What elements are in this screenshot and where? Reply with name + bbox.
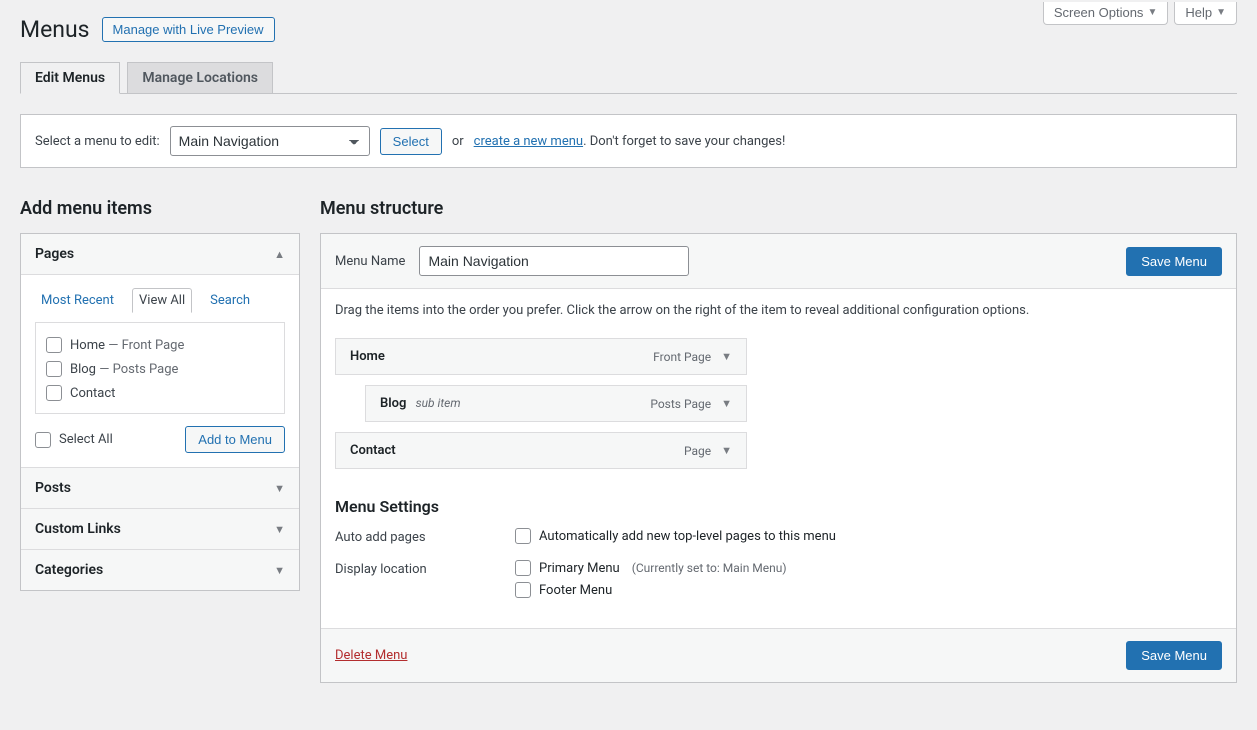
menu-item-title: Home: [350, 349, 385, 364]
pages-controls: Select All Add to Menu: [35, 426, 285, 453]
add-items-accordion: Pages ▲ Most Recent View All Search H: [20, 233, 300, 591]
menu-settings-heading: Menu Settings: [335, 497, 1222, 516]
inner-tab-search[interactable]: Search: [204, 289, 256, 312]
page-suffix: — Posts Page: [96, 362, 178, 377]
create-menu-link[interactable]: create a new menu: [474, 134, 583, 149]
location-primary-note: (Currently set to: Main Menu): [632, 561, 787, 575]
accordion-posts-title[interactable]: Posts ▼: [21, 467, 299, 508]
page-list-item[interactable]: Contact: [46, 381, 274, 405]
caret-down-icon[interactable]: ▼: [721, 397, 732, 410]
page-label: Contact: [70, 386, 115, 401]
save-menu-button-top[interactable]: Save Menu: [1126, 247, 1222, 276]
menu-settings: Menu Settings Auto add pages Automatical…: [335, 497, 1222, 604]
caret-down-icon[interactable]: ▼: [721, 444, 732, 457]
create-menu-group: create a new menu. Don't forget to save …: [474, 134, 786, 149]
or-text: or: [452, 134, 464, 149]
menu-select[interactable]: Main Navigation: [170, 126, 370, 156]
accordion-categories: Categories ▼: [21, 549, 299, 590]
accordion-custom-links: Custom Links ▼: [21, 508, 299, 549]
screen-options-label: Screen Options: [1054, 5, 1144, 20]
add-menu-items-heading: Add menu items: [20, 198, 300, 219]
auto-add-pages-label: Auto add pages: [335, 528, 515, 545]
caret-down-icon[interactable]: ▼: [721, 350, 732, 363]
menu-select-bar: Select a menu to edit: Main Navigation S…: [20, 114, 1237, 168]
drag-instructions: Drag the items into the order you prefer…: [335, 303, 1222, 318]
tab-edit-menus[interactable]: Edit Menus: [20, 62, 120, 94]
auto-add-checkbox[interactable]: [515, 528, 531, 544]
accordion-pages: Pages ▲ Most Recent View All Search H: [21, 234, 299, 467]
auto-add-option[interactable]: Automatically add new top-level pages to…: [515, 528, 836, 544]
select-menu-label: Select a menu to edit:: [35, 134, 160, 149]
select-all-label: Select All: [59, 432, 113, 447]
accordion-posts: Posts ▼: [21, 467, 299, 508]
menu-name-input[interactable]: [419, 246, 689, 276]
add-to-menu-button[interactable]: Add to Menu: [185, 426, 285, 453]
reminder-text: . Don't forget to save your changes!: [583, 134, 785, 149]
accordion-custom-links-label: Custom Links: [35, 521, 121, 537]
accordion-categories-title[interactable]: Categories ▼: [21, 549, 299, 590]
menu-item-type: Page: [684, 444, 711, 458]
menu-item-title: Contact: [350, 443, 396, 458]
menu-item-type: Posts Page: [650, 397, 711, 411]
menu-item-title: Blog: [380, 396, 406, 411]
menu-item-contact[interactable]: Contact Page ▼: [335, 432, 747, 469]
menu-name-label: Menu Name: [335, 254, 405, 269]
menu-item-subnote: sub item: [416, 396, 461, 410]
display-location-label: Display location: [335, 560, 515, 577]
page-list-item[interactable]: Home — Front Page: [46, 333, 274, 357]
menu-header: Menu Name Save Menu: [321, 234, 1236, 289]
top-options: Screen Options ▼ Help ▼: [1043, 2, 1237, 25]
delete-menu-link[interactable]: Delete Menu: [335, 648, 407, 663]
accordion-posts-label: Posts: [35, 480, 71, 496]
location-footer-option[interactable]: Footer Menu: [515, 582, 787, 598]
menu-body: Drag the items into the order you prefer…: [321, 289, 1236, 628]
page-label: Home: [70, 338, 105, 353]
caret-down-icon: ▼: [1216, 7, 1226, 18]
help-label: Help: [1185, 5, 1212, 20]
page-checkbox-blog[interactable]: [46, 361, 62, 377]
location-primary-text: Primary Menu: [539, 561, 620, 576]
location-primary-option[interactable]: Primary Menu (Currently set to: Main Men…: [515, 560, 787, 576]
menu-item-home[interactable]: Home Front Page ▼: [335, 338, 747, 375]
auto-add-option-text: Automatically add new top-level pages to…: [539, 529, 836, 544]
tab-manage-locations[interactable]: Manage Locations: [127, 62, 273, 93]
caret-up-icon: ▲: [274, 248, 285, 261]
accordion-custom-links-title[interactable]: Custom Links ▼: [21, 508, 299, 549]
caret-down-icon: ▼: [274, 482, 285, 495]
caret-down-icon: ▼: [274, 523, 285, 536]
menu-items-list: Home Front Page ▼ Blog sub item: [335, 338, 747, 469]
select-menu-button[interactable]: Select: [380, 128, 442, 155]
live-preview-button[interactable]: Manage with Live Preview: [102, 17, 275, 42]
inner-tab-most-recent[interactable]: Most Recent: [35, 289, 120, 312]
nav-tabs: Edit Menus Manage Locations: [20, 61, 1237, 94]
pages-inner-tabs: Most Recent View All Search: [35, 287, 285, 312]
accordion-pages-label: Pages: [35, 246, 74, 262]
help-button[interactable]: Help ▼: [1174, 2, 1237, 25]
caret-down-icon: ▼: [274, 564, 285, 577]
location-primary-checkbox[interactable]: [515, 560, 531, 576]
menu-structure-heading: Menu structure: [320, 198, 1237, 219]
accordion-pages-content: Most Recent View All Search Home — Front…: [21, 274, 299, 467]
select-all-row[interactable]: Select All: [35, 432, 113, 448]
page-label: Blog: [70, 362, 96, 377]
inner-tab-view-all[interactable]: View All: [132, 288, 192, 313]
menu-footer: Delete Menu Save Menu: [321, 628, 1236, 682]
menu-item-type: Front Page: [653, 350, 711, 364]
location-footer-checkbox[interactable]: [515, 582, 531, 598]
select-all-checkbox[interactable]: [35, 432, 51, 448]
page-title: Menus: [20, 16, 90, 43]
screen-options-button[interactable]: Screen Options ▼: [1043, 2, 1169, 25]
accordion-pages-title[interactable]: Pages ▲: [21, 234, 299, 274]
menu-item-blog[interactable]: Blog sub item Posts Page ▼: [365, 385, 747, 422]
location-footer-text: Footer Menu: [539, 583, 612, 598]
menu-edit-frame: Menu Name Save Menu Drag the items into …: [320, 233, 1237, 683]
accordion-categories-label: Categories: [35, 562, 103, 578]
save-menu-button-bottom[interactable]: Save Menu: [1126, 641, 1222, 670]
page-list-item[interactable]: Blog — Posts Page: [46, 357, 274, 381]
caret-down-icon: ▼: [1147, 7, 1157, 18]
page-checkbox-contact[interactable]: [46, 385, 62, 401]
page-suffix: — Front Page: [105, 338, 184, 353]
page-checkbox-home[interactable]: [46, 337, 62, 353]
pages-list: Home — Front Page Blog — Posts Page Cont…: [35, 322, 285, 414]
